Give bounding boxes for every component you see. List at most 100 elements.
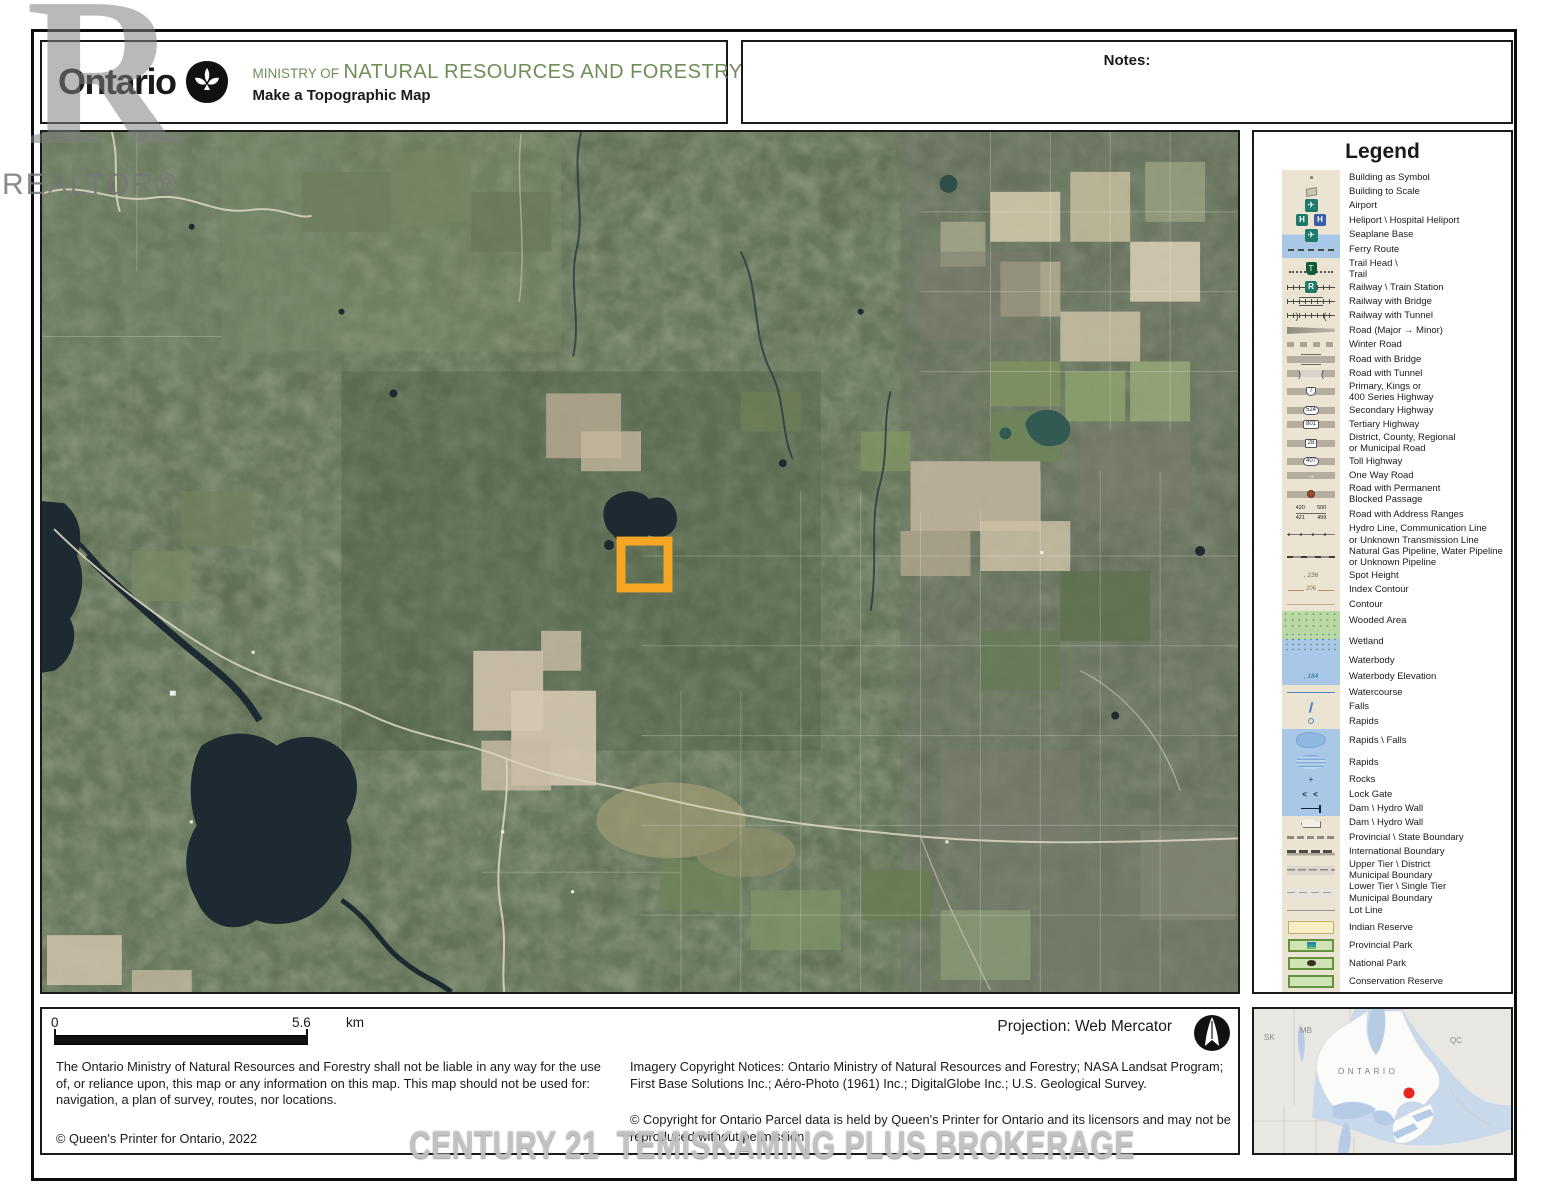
legend-symbol [1282,597,1340,611]
legend-item: Upper Tier \ District Municipal Boundary [1282,859,1511,881]
disclaimer-text: The Ontario Ministry of Natural Resource… [56,1059,616,1109]
legend-symbol [1282,199,1340,213]
legend-symbol [1282,352,1340,366]
legend-symbol-badge: 28 [1305,439,1318,448]
legend-item-label: Natural Gas Pipeline, Water Pipeline or … [1349,546,1503,568]
legend-item: 407 Toll Highway [1282,454,1511,468]
legend-item: Winter Road [1282,338,1511,352]
trillium-logo-icon [185,60,229,104]
legend-item-label: Dam \ Hydro Wall [1349,816,1423,830]
legend-item: International Boundary [1282,845,1511,859]
legend-symbol [1282,228,1340,243]
page-title: Make a Topographic Map [253,87,743,104]
legend-item: Watercourse [1282,685,1511,699]
legend-item: Provincial Park [1282,936,1511,954]
legend-item: Rocks [1282,773,1511,787]
satellite-map-image [42,132,1238,992]
legend-symbol-badge: 801 [1303,420,1319,429]
legend-symbol: 407 [1282,454,1340,468]
legend-item: Ferry Route [1282,243,1511,258]
legend-item: 420 500421 499 Road with Address Ranges [1282,505,1511,523]
legend-item: Indian Reserve [1282,918,1511,936]
header-box: Ontario MINISTRY OF NATURAL RESOURCES AN… [40,40,728,124]
legend-item-label: Railway with Tunnel [1349,309,1433,323]
legend-symbol [1282,936,1340,954]
legend-item: 206 Index Contour [1282,583,1511,597]
legend-item: Contour [1282,597,1511,611]
scale-end-label: 5.6 [292,1015,311,1030]
legend-item: Falls [1282,700,1511,714]
legend-item-label: Index Contour [1349,583,1409,597]
legend-symbol [1282,280,1340,294]
legend-item: Natural Gas Pipeline, Water Pipeline or … [1282,546,1511,568]
legend-symbol [1282,258,1340,280]
legend-item-label: Rapids [1349,752,1379,773]
legend-symbol [1282,801,1340,815]
legend-item: Waterbody [1282,652,1511,668]
legend-item-label: District, County, Regional or Municipal … [1349,432,1455,454]
legend-item-label: Rapids [1349,714,1379,728]
legend-symbol [1282,816,1340,830]
legend-symbol [1282,523,1340,545]
legend-list: Building as Symbol Building to Scale Air… [1254,170,1511,994]
legend-symbol [1282,881,1340,903]
ministry-title: MINISTRY OF NATURAL RESOURCES AND FOREST… [253,61,743,84]
legend-symbol [1282,845,1340,859]
legend-item: , 184 Waterbody Elevation [1282,668,1511,685]
legend-item-label: Dam \ Hydro Wall [1349,801,1423,815]
legend-item: Lot Line [1282,904,1511,918]
legend-symbol [1282,859,1340,881]
legend-symbol-badge: 7 [1306,387,1315,396]
notes-box: Notes: [741,40,1513,124]
legend-item: Wetland [1282,630,1511,652]
legend-item-label: One Way Road [1349,469,1414,483]
legend-item-label: Falls [1349,700,1369,714]
legend-symbol-badge: 420 500 [1296,505,1327,514]
legend-symbol [1282,652,1340,668]
legend-item: Rapids [1282,714,1511,728]
inset-label-sk: SK [1264,1033,1275,1042]
legend-item: Railway with Bridge [1282,294,1511,308]
legend-item-label: Waterbody [1349,652,1395,668]
ministry-prefix: MINISTRY OF [253,66,340,81]
legend-symbol [1282,243,1340,258]
legend-item-label: Tertiary Highway [1349,418,1419,432]
legend-item: Heliport \ Hospital Heliport [1282,213,1511,227]
legend-symbol [1282,366,1340,380]
legend-symbol [1282,990,1340,994]
legend-item: Railway with Tunnel [1282,309,1511,323]
legend-item: Road with Permanent Blocked Passage [1282,483,1511,505]
ontario-wordmark: Ontario [58,61,176,103]
legend-symbol-badge: , 236 [1302,572,1320,579]
legend-symbol [1282,213,1340,227]
legend-item-label: Ferry Route [1349,243,1399,258]
legend-symbol [1282,787,1340,801]
legend-item-label: Provincial \ State Boundary [1349,830,1464,844]
scale-bar: 0 5.6 km [54,1035,308,1045]
inset-location-marker [1404,1088,1415,1099]
legend-item: Building to Scale [1282,184,1511,198]
scale-unit-label: km [346,1015,364,1030]
legend-item: 801 Tertiary Highway [1282,418,1511,432]
legend-item-label: Wooded Area [1349,611,1406,630]
legend-symbol [1282,483,1340,505]
legend-item: Road with Tunnel [1282,366,1511,380]
legend-symbol [1282,546,1340,568]
legend-item: 7 Primary, Kings or 400 Series Highway [1282,381,1511,403]
legend-symbol: 7 [1282,381,1340,403]
legend-item: Seaplane Base [1282,228,1511,243]
legend-item-label: Airport [1349,199,1377,213]
legend-item-label: Heliport \ Hospital Heliport [1349,213,1459,227]
legend-symbol: , 236 [1282,568,1340,582]
ministry-block: MINISTRY OF NATURAL RESOURCES AND FOREST… [253,61,743,104]
legend-item-label: Lock Gate [1349,787,1392,801]
legend-symbol [1282,170,1340,184]
legend-symbol: , 184 [1282,668,1340,685]
inset-map-box: SK MB QC ONTARIO [1252,1007,1513,1155]
footer-box: 0 5.6 km The Ontario Ministry of Natural… [40,1007,1240,1155]
legend-item: Hydro Line, Communication Line or Unknow… [1282,523,1511,545]
legend-item-label: Railway \ Train Station [1349,280,1444,294]
legend-item-label: Building as Symbol [1349,170,1430,184]
legend-symbol-badge: 524 [1303,406,1319,415]
legend-item-label: Lot Line [1349,904,1383,918]
